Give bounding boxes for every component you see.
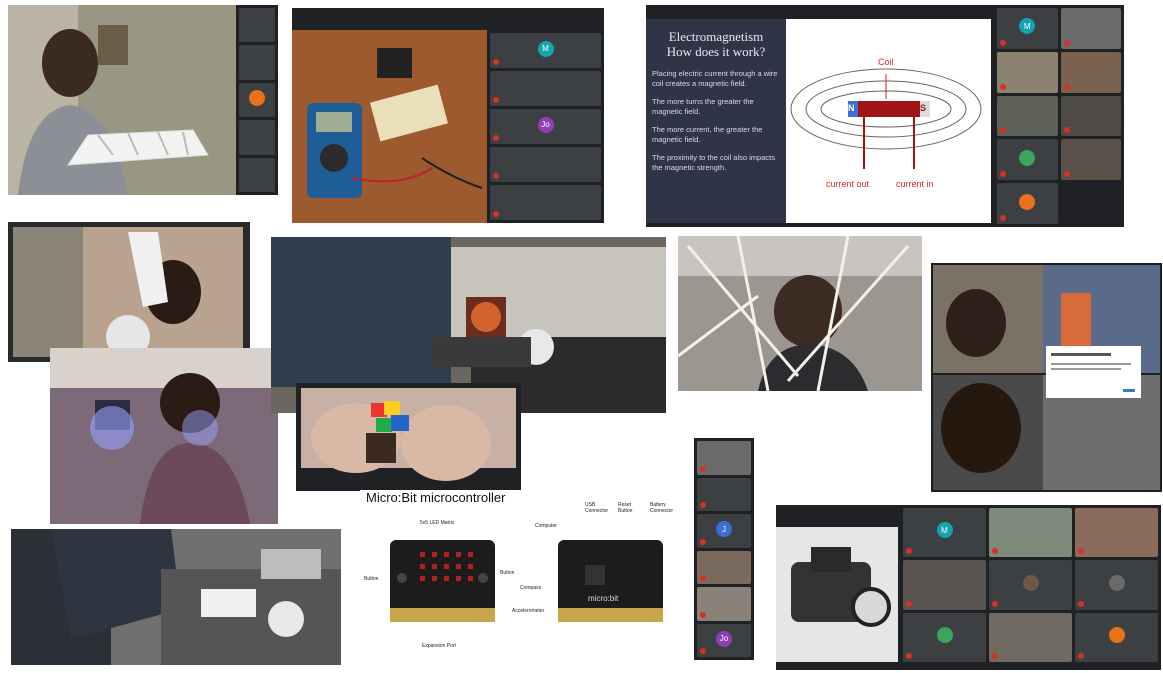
slide-bullet: The more current, the greater the magnet…	[652, 125, 763, 144]
gallery-tile	[697, 477, 751, 511]
label-button-left: Button	[364, 576, 379, 582]
south-label: S	[920, 103, 927, 113]
gallery-tile	[490, 147, 601, 182]
avatar-m: M	[936, 522, 953, 539]
avatar	[249, 90, 265, 107]
label-button-right: Button	[500, 570, 515, 576]
gallery-tile	[903, 560, 986, 610]
label-computer: Computer	[535, 523, 557, 529]
microbit-boards	[390, 540, 663, 622]
gallery-tile	[997, 139, 1058, 181]
gallery-tile	[1060, 8, 1121, 49]
student-desk-image	[11, 529, 341, 665]
photo-kid-bottle	[8, 222, 250, 362]
gallery-tile	[239, 8, 275, 43]
zoom-dialog-image	[931, 263, 1162, 492]
gallery-tile	[997, 95, 1058, 137]
avatar	[1108, 574, 1125, 591]
avatar	[1108, 626, 1125, 643]
gallery-tile	[697, 550, 751, 584]
label-usb: USB Connector	[585, 502, 609, 514]
gallery-tile	[997, 51, 1058, 93]
gallery-tile	[239, 82, 275, 118]
microbit-diagram: Micro:Bit microcontroller 5x5 LED Matrix…	[360, 490, 694, 662]
board-text: micro:bit	[588, 594, 619, 603]
slide-electromagnetism: Electromagnetism How does it work? Placi…	[646, 5, 1124, 227]
photo-zoom-dialog	[931, 263, 1162, 492]
photo-student-desk	[11, 529, 341, 665]
gallery-tile: M	[490, 33, 601, 68]
gallery-tile: M	[997, 8, 1058, 49]
label-reset: Reset Button	[618, 502, 633, 514]
gallery-tile	[1075, 612, 1158, 662]
slide-title: Electromagnetism How does it work?	[666, 29, 766, 59]
photo-multimeter: M Jo	[292, 8, 604, 223]
north-label: N	[848, 103, 855, 113]
gallery-tile	[1075, 508, 1158, 558]
avatar-m: M	[1019, 18, 1036, 35]
gallery-tile	[697, 587, 751, 621]
gallery-tile	[490, 71, 601, 106]
avatar	[936, 626, 953, 643]
photo-student-bridge	[8, 5, 278, 195]
current-in-label: current in	[896, 179, 934, 189]
label-battery: Battery Connector	[650, 502, 674, 514]
gallery-tile	[1060, 51, 1121, 93]
gallery-tile	[1060, 95, 1121, 137]
gallery-tile: Jo	[697, 623, 751, 657]
gallery-tile	[989, 508, 1072, 558]
slide-bullet: The proximity to the coil also impacts t…	[652, 153, 775, 172]
avatar	[1022, 574, 1039, 591]
meet-gallery-strip: J Jo	[694, 438, 754, 660]
gallery-tile	[997, 183, 1058, 224]
gallery-tile: Jo	[490, 109, 601, 144]
slide-left-panel: Electromagnetism How does it work? Placi…	[646, 19, 786, 223]
slide-diagram: Coil N S current out current in	[786, 19, 991, 223]
avatar	[1019, 149, 1036, 166]
gallery-tile	[903, 612, 986, 662]
gallery-tile	[697, 441, 751, 475]
slide-bullet: Placing electric current through a wire …	[652, 69, 778, 88]
gallery-tile: M	[903, 508, 986, 558]
avatar-jo: Jo	[537, 116, 554, 133]
gallery-tile	[1075, 560, 1158, 610]
avatar	[1019, 193, 1036, 210]
blocks-image	[301, 388, 516, 481]
label-compass: Compass	[520, 585, 542, 591]
gallery-tile	[989, 612, 1072, 662]
meet-grid-robot: M	[776, 505, 1161, 670]
label-led-matrix: 5x5 LED Matrix	[420, 520, 455, 526]
gallery-tile	[239, 45, 275, 80]
electromagnet-diagram	[790, 68, 982, 169]
gallery-tile	[239, 120, 275, 155]
avatar-j: J	[716, 521, 732, 538]
avatar-jo: Jo	[716, 630, 732, 647]
photo-lit-microbit	[50, 348, 278, 524]
robot-image	[776, 527, 898, 662]
label-expansion-port: Expansion Port	[422, 643, 456, 649]
label-accelerometer: Accelerometer	[512, 608, 545, 614]
gallery-tile	[1060, 139, 1121, 181]
gallery-tile	[989, 560, 1072, 610]
coil-label: Coil	[878, 57, 894, 67]
gallery-tile: J	[697, 514, 751, 548]
gallery-tile	[239, 157, 275, 193]
slide-bullet: The more turns the greater the magnetic …	[652, 97, 754, 116]
gallery-tile	[490, 185, 601, 220]
avatar-m: M	[537, 40, 554, 57]
current-out-label: current out	[826, 179, 870, 189]
gallery-tile	[1060, 183, 1121, 224]
straw-tower-image	[678, 236, 922, 391]
kid-bottle-image	[8, 222, 250, 362]
photo-blocks	[296, 383, 521, 491]
photo-straw-tower	[678, 236, 922, 391]
lit-microbit-image	[50, 348, 278, 524]
